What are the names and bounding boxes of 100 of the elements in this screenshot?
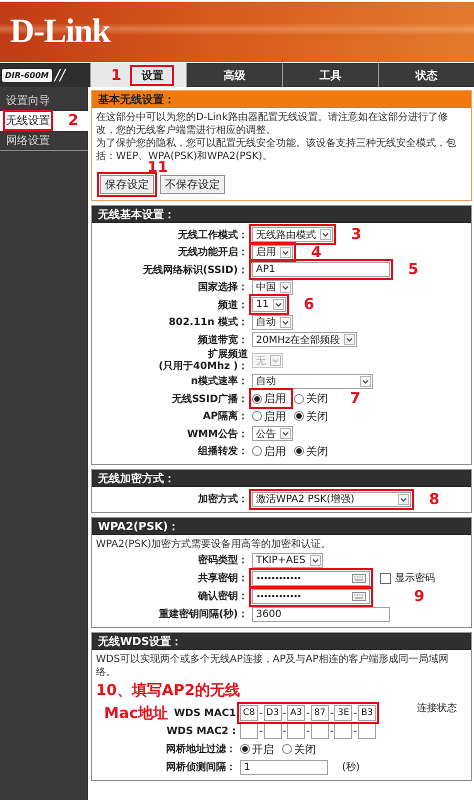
field-label: 确认密钥： bbox=[198, 590, 248, 603]
dash-separator: - bbox=[352, 708, 358, 718]
caret-icon bbox=[270, 355, 281, 366]
sidebar-item[interactable]: 设置向导 bbox=[0, 91, 88, 111]
radio-button[interactable] bbox=[252, 446, 262, 456]
section-header: 无线基本设置： bbox=[92, 206, 471, 223]
tab[interactable]: 1 设置 bbox=[90, 63, 186, 87]
logo: D-Link bbox=[10, 13, 110, 51]
field-label: 无线工作模式： bbox=[178, 228, 248, 242]
keyboard-icon bbox=[352, 574, 366, 582]
field-label: WDS MAC2 : bbox=[166, 726, 236, 736]
radio-button[interactable] bbox=[294, 411, 304, 422]
mac-field[interactable] bbox=[240, 723, 258, 739]
dropdown[interactable]: 激活WPA2 PSK(增强) bbox=[252, 492, 411, 506]
input-field[interactable]: 3600 bbox=[252, 606, 390, 622]
field-label: 网桥地址过滤： bbox=[166, 742, 236, 756]
dropdown[interactable]: 无线路由模式 bbox=[252, 227, 333, 242]
dash-separator: - bbox=[258, 726, 264, 736]
dash-separator: - bbox=[328, 708, 334, 718]
radio-button[interactable] bbox=[282, 744, 292, 754]
input-field[interactable]: AP1 bbox=[252, 262, 390, 278]
field-label: 密码类型： bbox=[198, 554, 248, 567]
radio-label: 关闭 bbox=[294, 742, 316, 756]
dropdown[interactable]: 公告 bbox=[252, 426, 293, 442]
field-label: 组播转发： bbox=[198, 444, 248, 458]
checkbox[interactable] bbox=[380, 572, 391, 584]
radio-button[interactable] bbox=[294, 394, 304, 404]
field-label: n模式速率： bbox=[190, 374, 248, 388]
dropdown[interactable]: TKIP+AES bbox=[252, 552, 323, 568]
dropdown[interactable]: 中国 bbox=[252, 280, 293, 295]
dash-separator: - bbox=[305, 708, 311, 718]
mac-field[interactable]: B3 bbox=[358, 705, 376, 721]
annotation-number: 3 bbox=[351, 227, 362, 242]
form-button[interactable]: 不保存设定 bbox=[160, 175, 225, 194]
radio-button[interactable] bbox=[252, 411, 262, 422]
checkbox-label: 显示密码 bbox=[395, 572, 435, 585]
caret-icon bbox=[398, 494, 409, 504]
dropdown[interactable]: 20MHz在全部频段 bbox=[252, 332, 358, 348]
caret-icon bbox=[280, 428, 291, 440]
radio-label: 启用 bbox=[264, 391, 286, 406]
dropdown[interactable]: 自动 bbox=[252, 314, 293, 330]
annotation-text: 10、填写AP2的无线 bbox=[96, 683, 241, 698]
field-label: WDS MAC1 bbox=[174, 708, 236, 718]
caret-icon bbox=[344, 334, 356, 346]
mac-field[interactable]: C8 bbox=[240, 705, 258, 721]
mac-field[interactable] bbox=[334, 723, 352, 739]
sidebar-item[interactable]: 网络设置 bbox=[0, 131, 88, 151]
radio-button[interactable] bbox=[294, 446, 304, 456]
tab[interactable]: 高级 bbox=[186, 63, 282, 87]
dropdown[interactable]: 启用 bbox=[252, 244, 293, 260]
section-header: WPA2(PSK)： bbox=[92, 518, 471, 535]
field-label: 扩展频道 (只用于40Mhz )： bbox=[158, 348, 248, 372]
section-header: 无线WDS设置： bbox=[92, 633, 471, 650]
password-field[interactable]: •••••••••••• bbox=[252, 588, 370, 604]
caret-icon bbox=[280, 246, 291, 258]
mac-field[interactable] bbox=[287, 723, 306, 739]
mac-field[interactable]: 87 bbox=[310, 705, 329, 721]
annotation-number: 4 bbox=[311, 244, 322, 260]
field-label: 无线功能开启： bbox=[178, 245, 248, 260]
caret-icon bbox=[360, 376, 371, 387]
radio-label: 启用 bbox=[264, 408, 286, 424]
dash-separator: - bbox=[328, 726, 334, 736]
column-heading: 连接状态 bbox=[417, 702, 457, 714]
form-button[interactable]: 保存设定 bbox=[100, 175, 154, 194]
password-field[interactable]: •••••••••••• bbox=[252, 570, 370, 586]
radio-label: 关闭 bbox=[306, 391, 328, 406]
mac-field[interactable] bbox=[264, 723, 282, 739]
mac-field[interactable]: D3 bbox=[264, 705, 282, 721]
tab[interactable]: 状态 bbox=[378, 63, 474, 87]
radio-label: 开启 bbox=[252, 742, 274, 756]
sidebar-item[interactable]: 无线设置 2 bbox=[0, 111, 88, 131]
annotation-number: 2 bbox=[68, 113, 78, 128]
input-field[interactable]: 1 bbox=[240, 760, 328, 774]
field-label: 网桥侦测间隔： bbox=[166, 760, 236, 774]
description-text: 在这部分中可以为您的D-Link路由器配置无线设置。请注意如在这部分进行了修改，您的无线客户端需进行相应的调整。 bbox=[96, 111, 449, 137]
radio-button[interactable] bbox=[252, 394, 262, 404]
caret-icon bbox=[320, 229, 331, 240]
dropdown[interactable]: 自动 bbox=[252, 374, 373, 389]
annotation-number: 5 bbox=[408, 262, 418, 278]
caret-icon bbox=[280, 316, 291, 328]
tab[interactable]: 工具 bbox=[282, 63, 378, 87]
radio-label: 启用 bbox=[264, 444, 286, 459]
annotation-number: 1 bbox=[111, 68, 122, 82]
dash-separator: - bbox=[258, 708, 264, 718]
mac-field[interactable] bbox=[310, 723, 329, 739]
dropdown[interactable]: 11 bbox=[252, 297, 286, 312]
caret-icon bbox=[272, 299, 284, 310]
mac-field[interactable]: 3E bbox=[334, 705, 352, 721]
mac-field[interactable]: A3 bbox=[287, 705, 306, 721]
field-label: 加密方式： bbox=[198, 492, 248, 506]
annotation-number: 11 bbox=[147, 160, 168, 175]
field-label: WMM公告： bbox=[187, 428, 248, 441]
model-badge: DIR-600M bbox=[2, 68, 52, 82]
radio-button[interactable] bbox=[240, 744, 250, 754]
caret-icon bbox=[280, 282, 291, 293]
mac-field[interactable] bbox=[358, 723, 376, 739]
annotation-number: 7 bbox=[350, 391, 360, 406]
caret-icon bbox=[310, 554, 321, 566]
field-label: 共享密钥： bbox=[198, 571, 248, 585]
section-header: 无线加密方式： bbox=[92, 470, 471, 487]
